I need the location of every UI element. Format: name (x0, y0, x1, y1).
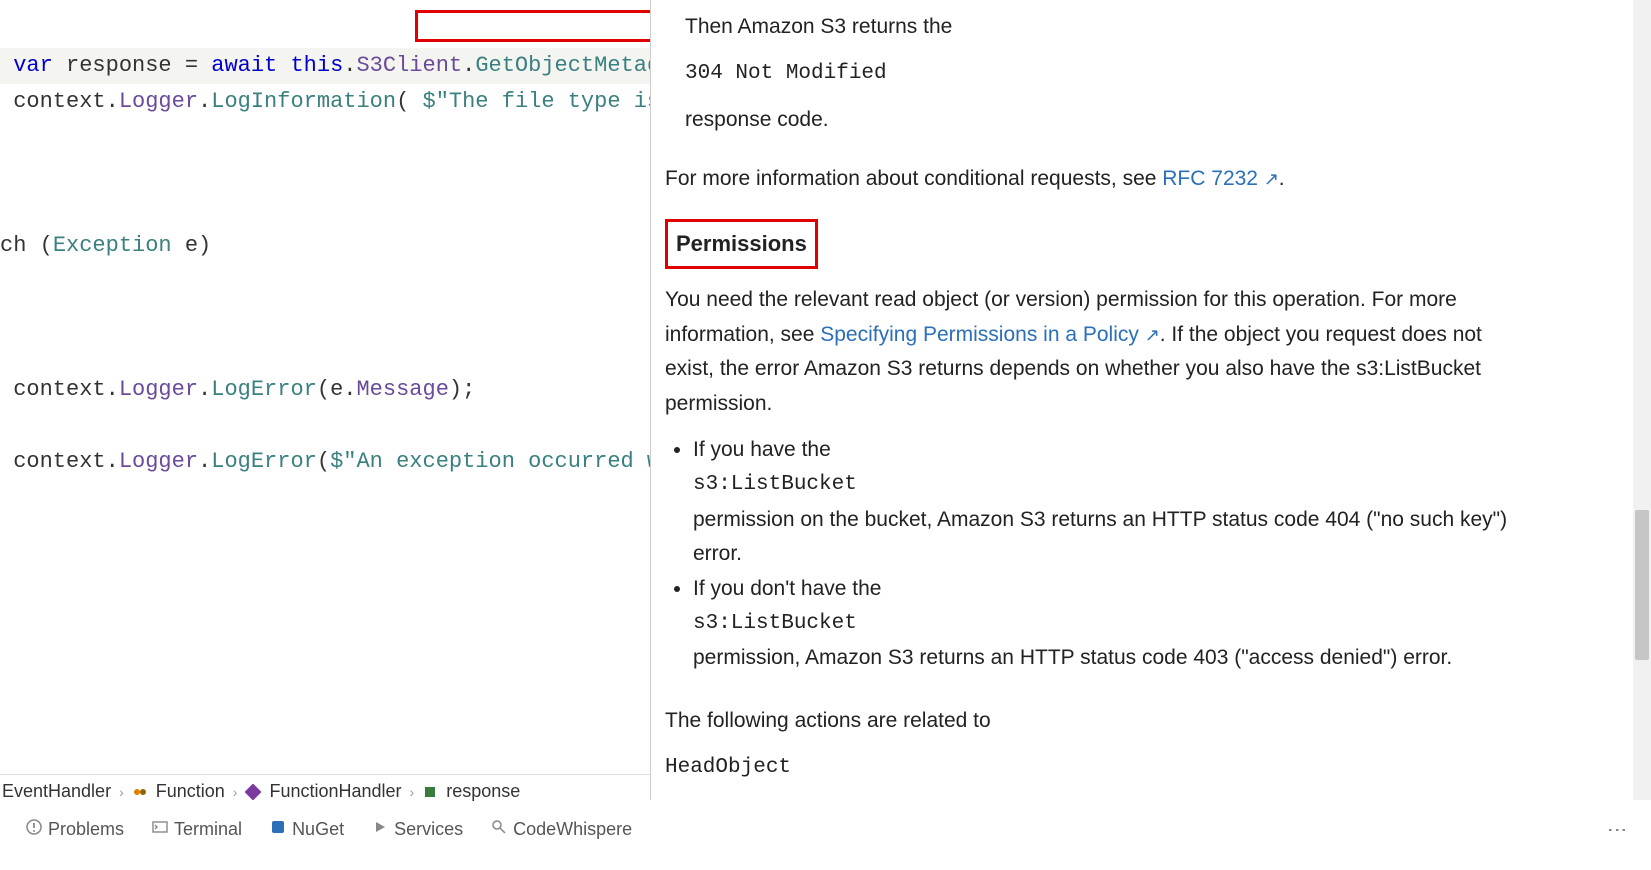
doc-304-code: 304 Not Modified (685, 57, 1510, 92)
breadcrumb-item[interactable]: Function (156, 781, 225, 802)
rfc-7232-link[interactable]: RFC 7232 ↗ (1162, 167, 1279, 190)
code-line-blank-3[interactable] (0, 516, 650, 552)
permissions-list: If you have the s3:ListBucket permission… (693, 433, 1510, 675)
variable-icon (422, 784, 438, 800)
code-line-2[interactable]: context.Logger.LogInformation( $"The fil… (0, 84, 650, 120)
code-line-logerror-1[interactable]: context.Logger.LogError(e.Message); (0, 372, 650, 408)
chevron-right-icon: › (410, 784, 415, 800)
vertical-scrollbar[interactable] (1633, 0, 1651, 800)
code-editor[interactable]: var response = await this.S3Client.GetOb… (0, 0, 650, 730)
external-link-icon: ↗ (1264, 169, 1279, 189)
codewhisperer-tab[interactable]: CodeWhispere (491, 819, 632, 840)
list-item: If you have the s3:ListBucket permission… (693, 433, 1510, 572)
doc-then-s3: Then Amazon S3 returns the (685, 10, 1510, 45)
ident-response: response (66, 53, 172, 78)
class-icon (132, 784, 148, 800)
keyword-this: this (290, 53, 343, 78)
member-s3client: S3Client (356, 53, 462, 78)
bottom-toolbar: Problems Terminal NuGet Services CodeWhi… (0, 812, 1651, 846)
search-icon (491, 819, 507, 840)
code-s3listbucket: s3:ListBucket (693, 607, 1510, 642)
code-line-logerror-2[interactable]: context.Logger.LogError($"An exception o… (0, 444, 650, 480)
doc-permissions-para: You need the relevant read object (or ve… (665, 283, 1510, 422)
code-line-catch[interactable]: ch (Exception e) (0, 228, 650, 264)
code-line-blank-1[interactable] (0, 156, 650, 192)
warning-icon (26, 819, 42, 840)
keyword-await: await (211, 53, 277, 78)
code-line-1[interactable]: var response = await this.S3Client.GetOb… (0, 48, 650, 84)
terminal-tab[interactable]: Terminal (152, 819, 242, 840)
breadcrumb-item[interactable]: EventHandler (2, 781, 111, 802)
chevron-right-icon: › (119, 784, 124, 800)
doc-related-para: The following actions are related to (665, 704, 1510, 739)
play-icon (372, 819, 388, 840)
method-icon (245, 784, 261, 800)
scrollbar-thumb[interactable] (1635, 510, 1649, 660)
breadcrumb-item[interactable]: response (446, 781, 520, 802)
documentation-popup[interactable]: Then Amazon S3 returns the 304 Not Modif… (650, 0, 1520, 800)
doc-conditional-para: For more information about conditional r… (665, 162, 1510, 197)
keyword-var: var (13, 53, 53, 78)
nuget-tab[interactable]: NuGet (270, 819, 344, 840)
list-item: If you don't have the s3:ListBucket perm… (693, 572, 1510, 676)
permissions-policy-link[interactable]: Specifying Permissions in a Policy ↗ (820, 323, 1159, 346)
problems-tab[interactable]: Problems (26, 819, 124, 840)
services-tab[interactable]: Services (372, 819, 463, 840)
code-line-blank-5[interactable] (0, 660, 650, 696)
method-getobjectmetadata: GetObjectMetadataAsync (475, 53, 650, 78)
code-line-blank-4[interactable] (0, 588, 650, 624)
breadcrumb-item[interactable]: FunctionHandler (269, 781, 401, 802)
chevron-right-icon: › (233, 784, 238, 800)
doc-response-code: response code. (685, 103, 1510, 138)
permissions-heading: Permissions (665, 219, 818, 269)
breadcrumb: EventHandler › Function › FunctionHandle… (0, 774, 650, 808)
doc-headobject: HeadObject (665, 751, 1510, 786)
code-s3listbucket: s3:ListBucket (693, 468, 1510, 503)
nuget-icon (270, 819, 286, 840)
external-link-icon: ↗ (1145, 325, 1160, 345)
code-line-blank-2[interactable] (0, 300, 650, 336)
terminal-icon (152, 819, 168, 840)
